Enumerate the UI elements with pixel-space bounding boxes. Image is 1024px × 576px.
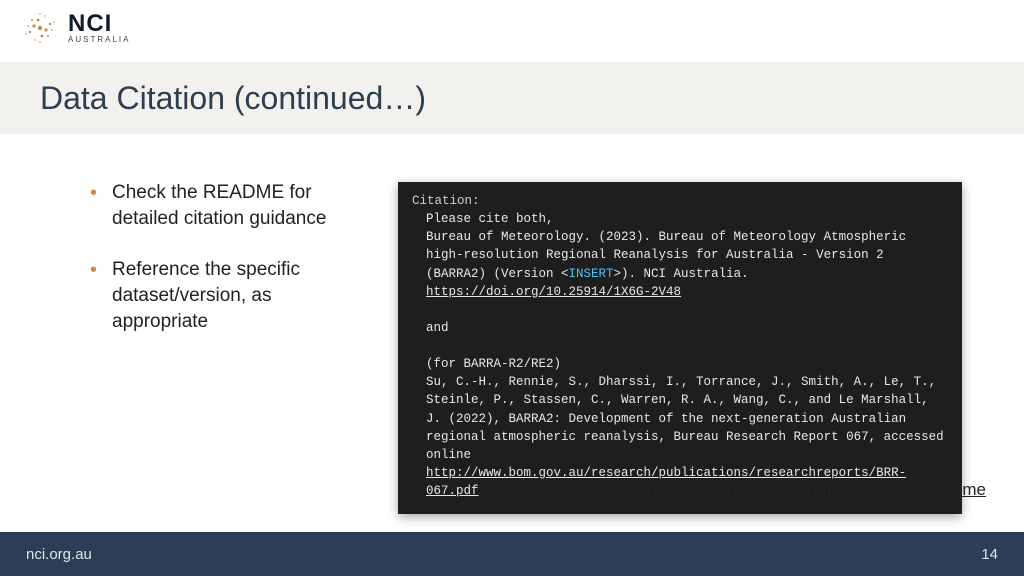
logo-swirl-icon bbox=[20, 8, 60, 48]
slide-title: Data Citation (continued…) bbox=[40, 80, 426, 117]
slide: NCI AUSTRALIA Data Citation (continued…)… bbox=[0, 0, 1024, 576]
terminal-line: Bureau of Meteorology. (2023). Bureau of… bbox=[426, 228, 948, 301]
footer-site: nci.org.au bbox=[26, 546, 92, 563]
terminal-line: (for BARRA-R2/RE2) bbox=[426, 355, 948, 373]
logo-text-sub: AUSTRALIA bbox=[68, 36, 130, 44]
footer-bar: nci.org.au 14 bbox=[0, 532, 1024, 576]
citation-terminal: Citation: Please cite both, Bureau of Me… bbox=[398, 182, 962, 514]
page-number: 14 bbox=[981, 546, 998, 563]
link-barpa-readme[interactable]: BARPA Readme bbox=[862, 480, 986, 499]
bullet-item: Reference the specific dataset/version, … bbox=[90, 257, 355, 334]
link-barra2-readme[interactable]: BARRA2 Readme bbox=[704, 480, 841, 499]
logo-text-main: NCI bbox=[68, 12, 130, 36]
doi-link[interactable]: https://doi.org/10.25914/1X6G-2V48 bbox=[426, 285, 681, 299]
terminal-header: Citation: bbox=[412, 192, 948, 210]
more-info: More info: BARRA2 Readme & BARPA Readme bbox=[623, 480, 986, 500]
title-bar: Data Citation (continued…) bbox=[0, 62, 1024, 134]
terminal-line: Please cite both, bbox=[426, 210, 948, 228]
slide-body: Check the README for detailed citation g… bbox=[0, 160, 1024, 530]
terminal-line: and bbox=[426, 319, 948, 337]
bullet-list: Check the README for detailed citation g… bbox=[90, 180, 355, 360]
insert-placeholder: INSERT bbox=[569, 267, 614, 281]
nci-logo: NCI AUSTRALIA bbox=[20, 8, 130, 48]
bullet-item: Check the README for detailed citation g… bbox=[90, 180, 355, 231]
